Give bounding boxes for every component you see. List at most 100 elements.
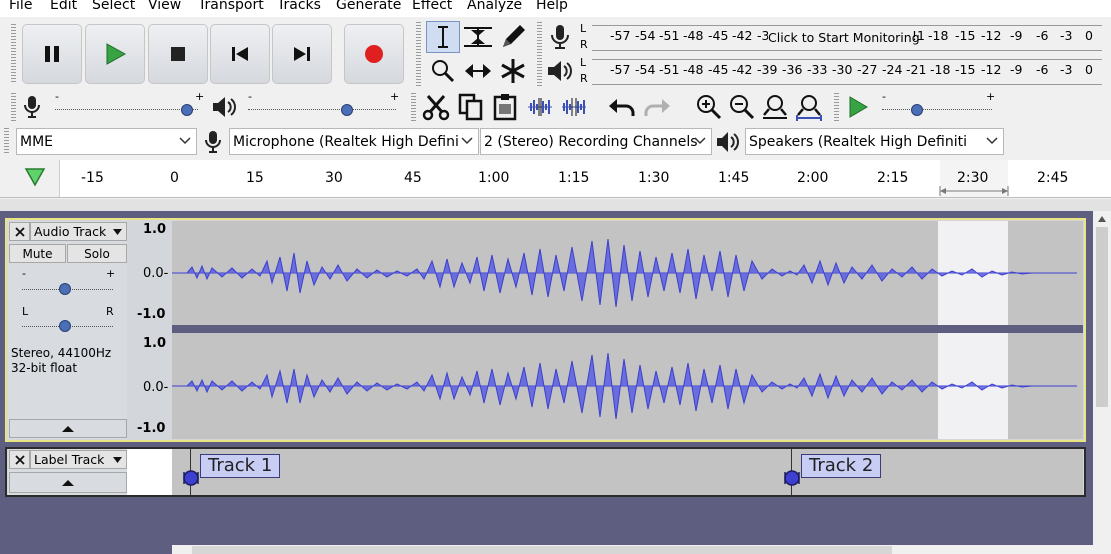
record-icon: [365, 45, 383, 63]
audio-track-close-button[interactable]: [9, 222, 30, 241]
vertical-scroll-thumb[interactable]: [1096, 227, 1108, 407]
cut-button[interactable]: [420, 91, 452, 123]
record-monitor-prompt[interactable]: Click to Start Monitoring: [768, 30, 922, 45]
ibeam-icon: [438, 26, 448, 48]
envelope-tool[interactable]: [461, 21, 495, 53]
play-meter-button[interactable]: [545, 56, 575, 86]
audio-track-collapse-button[interactable]: [9, 419, 127, 438]
solo-button[interactable]: Solo: [67, 244, 127, 263]
ruler-label: 2:30: [957, 170, 989, 186]
zoom-out-button[interactable]: [726, 91, 758, 123]
trim-button[interactable]: [525, 93, 555, 121]
play-volume-slider-thumb[interactable]: [341, 104, 353, 116]
toolbar-grip[interactable]: [11, 24, 16, 84]
record-meter-tick: -42: [732, 28, 753, 43]
selection-bracket-icon: [939, 186, 1009, 196]
paste-button[interactable]: [489, 91, 521, 123]
host-select[interactable]: MME: [16, 128, 197, 155]
record-button[interactable]: [344, 24, 404, 84]
fit-project-button[interactable]: [793, 91, 825, 123]
menu-select[interactable]: Select: [92, 0, 135, 13]
magnifier-icon: [432, 60, 455, 83]
menu-transport[interactable]: Transport: [198, 0, 264, 13]
multi-tool[interactable]: [496, 55, 530, 87]
label-1-text[interactable]: Track 1: [200, 454, 281, 478]
zoom-tool[interactable]: [426, 55, 460, 87]
channels-select[interactable]: 2 (Stereo) Recording Channels: [480, 128, 712, 155]
skip-to-start-button[interactable]: [210, 24, 270, 84]
pause-button[interactable]: [22, 24, 82, 84]
timeshift-tool[interactable]: [461, 55, 495, 87]
menu-generate[interactable]: Generate: [336, 0, 401, 13]
play-meter[interactable]: -57 -54 -51 -48 -45 -42 -39 -36 -33 -30 …: [592, 59, 1104, 85]
skip-to-end-button[interactable]: [272, 24, 332, 84]
ruler-label: 2:45: [1037, 170, 1069, 186]
menu-effect[interactable]: Effect: [412, 0, 452, 13]
mute-button[interactable]: Mute: [9, 244, 66, 263]
meter-grip[interactable]: [537, 22, 542, 86]
speed-max: +: [986, 90, 996, 103]
record-volume-slider-track[interactable]: [55, 109, 198, 110]
record-meter-tick: -57: [610, 28, 631, 43]
play-meter-r: R: [580, 72, 588, 85]
label-1-handle-icon[interactable]: [181, 467, 201, 489]
menu-help[interactable]: Help: [536, 0, 568, 13]
play-at-speed-button[interactable]: [842, 91, 874, 123]
copy-icon: [458, 93, 483, 121]
record-meter-tick: -18: [928, 28, 949, 43]
gain-slider-thumb[interactable]: [59, 283, 71, 295]
zoom-in-button[interactable]: [693, 91, 725, 123]
pause-icon: [45, 46, 59, 62]
menu-file[interactable]: File: [9, 0, 32, 13]
pan-slider-thumb[interactable]: [59, 320, 71, 332]
menu-view[interactable]: View: [148, 0, 181, 13]
label-2-handle-icon[interactable]: [782, 467, 802, 489]
stop-button[interactable]: [148, 24, 208, 84]
copy-button[interactable]: [455, 91, 487, 123]
speaker-select[interactable]: Speakers (Realtek High Definiti: [745, 128, 1004, 155]
audio-track-menu-button[interactable]: Audio Track: [30, 222, 127, 241]
horizontal-scrollbar[interactable]: [172, 545, 1093, 554]
horizontal-scroll-thumb[interactable]: [192, 546, 892, 554]
ruler-label: 15: [246, 170, 264, 186]
mic-device-icon: [201, 128, 225, 155]
speed-slider-thumb[interactable]: [911, 104, 923, 116]
label-track-close-button[interactable]: [9, 450, 30, 469]
mixer-grip[interactable]: [11, 93, 16, 121]
label-track-menu-button[interactable]: Label Track: [30, 450, 127, 469]
play-head-triangle-icon[interactable]: [24, 167, 46, 187]
silence-button[interactable]: [559, 93, 589, 121]
record-meter[interactable]: -57 -54 -51 -48 -45 -42 -3 Click to Star…: [592, 25, 1104, 51]
envelope-icon: [464, 27, 492, 47]
record-meter-button[interactable]: [545, 22, 575, 52]
scroll-up-icon[interactable]: [1097, 215, 1107, 223]
record-meter-tick: -51: [659, 28, 680, 43]
fit-selection-button[interactable]: [759, 91, 791, 123]
speed-slider-track[interactable]: [882, 109, 992, 110]
mic-select[interactable]: Microphone (Realtek High Defini: [229, 128, 479, 155]
play-meter-tick: -54: [635, 62, 656, 77]
draw-tool[interactable]: [496, 21, 530, 53]
play-button[interactable]: [85, 24, 145, 84]
record-volume-slider-thumb[interactable]: [181, 104, 193, 116]
waveform-channel-1[interactable]: [172, 221, 1083, 325]
device-grip[interactable]: [4, 128, 9, 155]
label-track-collapse-button[interactable]: [9, 472, 127, 493]
menu-edit[interactable]: Edit: [50, 0, 77, 13]
vertical-scrollbar[interactable]: [1093, 211, 1111, 554]
label-track-body[interactable]: [172, 449, 1083, 495]
timeline-ruler[interactable]: -15 0 15 30 45 1:00 1:15 1:30 1:45 2:00 …: [0, 160, 1111, 198]
selection-tool[interactable]: [426, 21, 460, 53]
trim-audio-icon: [528, 98, 552, 116]
edit-grip[interactable]: [411, 93, 416, 121]
waveform-channel-2[interactable]: [172, 333, 1083, 439]
play-at-speed-grip[interactable]: [834, 93, 839, 121]
label-2-text[interactable]: Track 2: [801, 454, 882, 478]
redo-button[interactable]: [640, 91, 674, 123]
menu-analyze[interactable]: Analyze: [467, 0, 522, 13]
menu-tracks[interactable]: Tracks: [277, 0, 321, 13]
play-meter-tick: -9: [1010, 62, 1023, 77]
play-volume-slider-track[interactable]: [248, 109, 396, 110]
tools-grip[interactable]: [416, 22, 421, 86]
undo-button[interactable]: [605, 91, 639, 123]
